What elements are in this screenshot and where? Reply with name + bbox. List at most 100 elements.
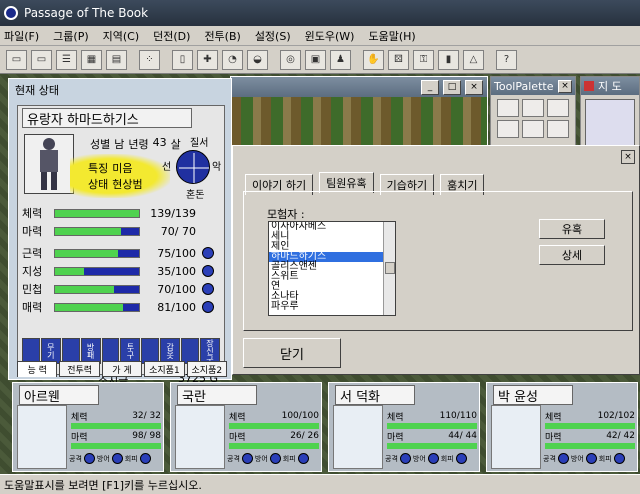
triangle-icon[interactable]: △ — [463, 49, 484, 70]
tool-star-icon[interactable] — [497, 120, 519, 138]
menu-dungeon[interactable]: 던전(D) — [153, 28, 190, 44]
tool-palette-close-button[interactable]: × — [558, 79, 572, 93]
hp-value: 102/102 — [597, 411, 635, 421]
tool-window-icon[interactable] — [547, 99, 569, 117]
stat-bar-fill — [55, 267, 85, 275]
hand-icon[interactable]: ✋ — [363, 49, 384, 70]
minimap[interactable] — [585, 99, 635, 149]
tool-gear-icon[interactable] — [522, 120, 544, 138]
party-orbs: 공격 방어 회피 — [385, 453, 467, 464]
party-card[interactable]: 아르웬 체력 32/ 32 마력 98/ 98 공격 방어 회피 — [12, 382, 164, 472]
gender-value: 남 — [114, 138, 125, 151]
tool-grid — [491, 95, 575, 142]
attack-label: 공격 — [543, 454, 556, 463]
party-orbs: 공격 방어 회피 — [69, 453, 151, 464]
mp-label: 마력 — [71, 432, 88, 443]
dialog-close-button[interactable]: 닫기 — [243, 338, 341, 368]
grid-icon[interactable]: ▦ — [81, 49, 102, 70]
tool-key-icon[interactable] — [522, 99, 544, 117]
status-panel-title: 현재 상태 — [9, 79, 231, 101]
tab-ability[interactable]: 능 력 — [17, 361, 58, 377]
age-value: 43 — [152, 136, 167, 149]
stat-label: 지성 — [22, 265, 43, 278]
tool-list-icon[interactable] — [547, 120, 569, 138]
party-card[interactable]: 국란 체력 100/100 마력 26/ 26 공격 방어 회피 — [170, 382, 322, 472]
map-panel-title: 지 도 — [598, 80, 622, 93]
trait-value: 미음 — [112, 162, 133, 175]
party-hp-row: 체력 32/ 32 — [71, 409, 161, 423]
dots-icon[interactable]: ⁘ — [139, 49, 160, 70]
menu-help[interactable]: 도움말(H) — [368, 28, 415, 44]
key-icon[interactable]: ⚿ — [413, 49, 434, 70]
tab-shop[interactable]: 가 게 — [101, 361, 143, 377]
evade-label: 회피 — [440, 454, 454, 463]
cross-icon[interactable]: ✚ — [197, 49, 218, 70]
defense-orb-icon — [427, 453, 439, 464]
adventurer-label: 모험자 : — [267, 208, 305, 221]
stat-bar — [54, 226, 140, 236]
stat-bar — [54, 248, 140, 258]
party-mp-bar — [387, 443, 477, 449]
mp-fill — [545, 443, 635, 449]
bag-icon[interactable]: ◔ — [222, 49, 243, 70]
list-icon[interactable]: ☰ — [56, 49, 77, 70]
book-icon[interactable]: ▣ — [305, 49, 326, 70]
list-scrollbar[interactable] — [383, 222, 395, 315]
menu-group[interactable]: 그룹(P) — [53, 28, 88, 44]
pot-icon[interactable]: ◒ — [247, 49, 268, 70]
menu-settings[interactable]: 설정(S) — [255, 28, 291, 44]
stat-value: 35/100 — [157, 264, 196, 278]
scroll-icon[interactable]: ▯ — [172, 49, 193, 70]
party-card[interactable]: 박 윤성 체력 102/102 마력 42/ 42 공격 방어 회피 — [486, 382, 638, 472]
party-mp-bar — [229, 443, 319, 449]
tab-combat[interactable]: 전투력 — [59, 361, 100, 377]
hp-label: 체력 — [545, 412, 562, 423]
evade-orb-icon — [297, 453, 309, 464]
close-button[interactable]: × — [465, 79, 483, 95]
dialog-close-icon[interactable]: × — [621, 150, 635, 164]
menu-file[interactable]: 파일(F) — [4, 28, 39, 44]
tool-copy-icon[interactable] — [497, 99, 519, 117]
menu-region[interactable]: 지역(C) — [103, 28, 140, 44]
party-card[interactable]: 서 덕화 체력 110/110 마력 44/ 44 공격 방어 회피 — [328, 382, 480, 472]
condition-value: 현상범 — [112, 178, 143, 191]
stat-label: 마력 — [22, 225, 43, 238]
defense-label: 방어 — [570, 454, 584, 463]
stat-label: 매력 — [22, 301, 43, 314]
hp-value: 32/ 32 — [132, 411, 161, 421]
save-icon[interactable]: ▮ — [438, 49, 459, 70]
stat-bar-fill — [55, 303, 124, 311]
table-icon[interactable]: ▤ — [106, 49, 127, 70]
minimize-button[interactable]: _ — [421, 79, 439, 95]
party-portrait — [333, 405, 383, 469]
window-icon[interactable]: ▭ — [6, 49, 27, 70]
stat-row-int: 지성 35/100 — [22, 262, 222, 280]
ring-icon[interactable]: ◎ — [280, 49, 301, 70]
detail-button[interactable]: 상세 — [539, 245, 605, 265]
dice-icon[interactable]: ⚄ — [388, 49, 409, 70]
map-image[interactable] — [231, 97, 487, 145]
maximize-button[interactable]: □ — [443, 79, 461, 95]
seduce-button[interactable]: 유혹 — [539, 219, 605, 239]
party-member-name: 아르웬 — [19, 385, 99, 405]
age-label: 년령 — [128, 138, 149, 151]
adventurer-list[interactable]: 이사아자베스 세니 제인 하마드하기스 골리스앤젠 스위트 연 소나타 파우루 — [268, 221, 396, 316]
tab-inventory1[interactable]: 소지품1 — [144, 361, 185, 377]
tab-seduce[interactable]: 팀원유혹 — [319, 172, 374, 193]
window-title: Passage of The Book — [24, 6, 149, 20]
age-unit: 살 — [170, 138, 181, 151]
scrollbar-thumb[interactable] — [385, 262, 395, 274]
tool-palette-title: ToolPalette — [494, 79, 554, 93]
window2-icon[interactable]: ▭ — [31, 49, 52, 70]
menu-battle[interactable]: 전투(B) — [204, 28, 240, 44]
menu-window[interactable]: 윈도우(W) — [305, 28, 355, 44]
basic-info: 성별 남 년령 43 살 질서 선 악 혼돈 특징 미음 상태 현상범 — [70, 132, 221, 201]
list-item[interactable]: 스위트 — [269, 272, 395, 282]
help-icon[interactable]: ? — [496, 49, 517, 70]
tool-palette-titlebar: ToolPalette × — [491, 77, 575, 95]
list-item[interactable]: 파우루 — [269, 302, 395, 312]
hp-label: 체력 — [71, 412, 88, 423]
party-portrait — [17, 405, 67, 469]
tab-inventory2[interactable]: 소지품2 — [186, 361, 228, 377]
person-icon[interactable]: ♟ — [330, 49, 351, 70]
